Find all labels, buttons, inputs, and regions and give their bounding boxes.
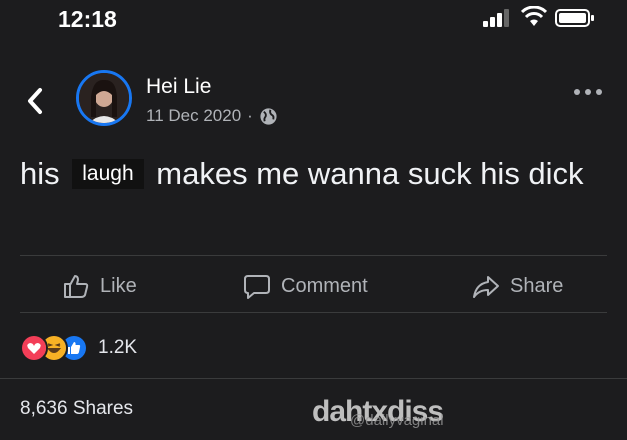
comment-button[interactable]: Comment bbox=[243, 272, 368, 300]
post-header: Hei Lie 11 Dec 2020 · bbox=[0, 68, 627, 134]
shares-count[interactable]: 8,636 Shares bbox=[20, 398, 133, 420]
thumbs-up-icon bbox=[64, 275, 89, 298]
more-options-icon[interactable] bbox=[573, 86, 603, 98]
author-name[interactable]: Hei Lie bbox=[146, 75, 211, 99]
reaction-count: 1.2K bbox=[98, 337, 138, 358]
footer-divider bbox=[0, 378, 627, 379]
avatar-portrait-icon bbox=[79, 73, 129, 123]
comment-bubble-icon bbox=[244, 275, 270, 299]
post-meta: 11 Dec 2020 · bbox=[146, 106, 278, 126]
meta-separator: · bbox=[247, 106, 253, 125]
actions-top-divider bbox=[20, 255, 607, 256]
post-date[interactable]: 11 Dec 2020 bbox=[146, 106, 241, 126]
battery-icon bbox=[555, 9, 594, 27]
back-chevron-icon[interactable] bbox=[24, 86, 46, 116]
post-text: his laugh makes me wanna suck his dick bbox=[20, 152, 610, 196]
status-time: 12:18 bbox=[58, 6, 117, 32]
like-button[interactable]: Like bbox=[62, 272, 137, 300]
share-arrow-icon bbox=[473, 276, 499, 298]
post-actions-bar: Like Comment Share bbox=[0, 268, 627, 308]
share-label: Share bbox=[510, 274, 564, 297]
actions-bottom-divider bbox=[20, 312, 607, 313]
status-bar: 12:18 bbox=[0, 0, 627, 40]
wifi-icon bbox=[521, 6, 547, 26]
watermark-handle: @dailyvaginal bbox=[350, 412, 444, 429]
public-globe-icon bbox=[260, 107, 277, 125]
redaction-label: laugh bbox=[72, 159, 144, 189]
cellular-signal-icon bbox=[483, 9, 509, 27]
post-text-start: his bbox=[20, 156, 60, 191]
love-reaction-icon bbox=[20, 334, 48, 362]
comment-label: Comment bbox=[281, 274, 368, 297]
like-label: Like bbox=[100, 274, 137, 297]
post-text-end: makes me wanna suck his dick bbox=[156, 156, 584, 191]
reactions-summary[interactable]: 1.2K bbox=[20, 334, 137, 362]
author-avatar[interactable] bbox=[76, 70, 132, 126]
share-button[interactable]: Share bbox=[472, 272, 563, 300]
